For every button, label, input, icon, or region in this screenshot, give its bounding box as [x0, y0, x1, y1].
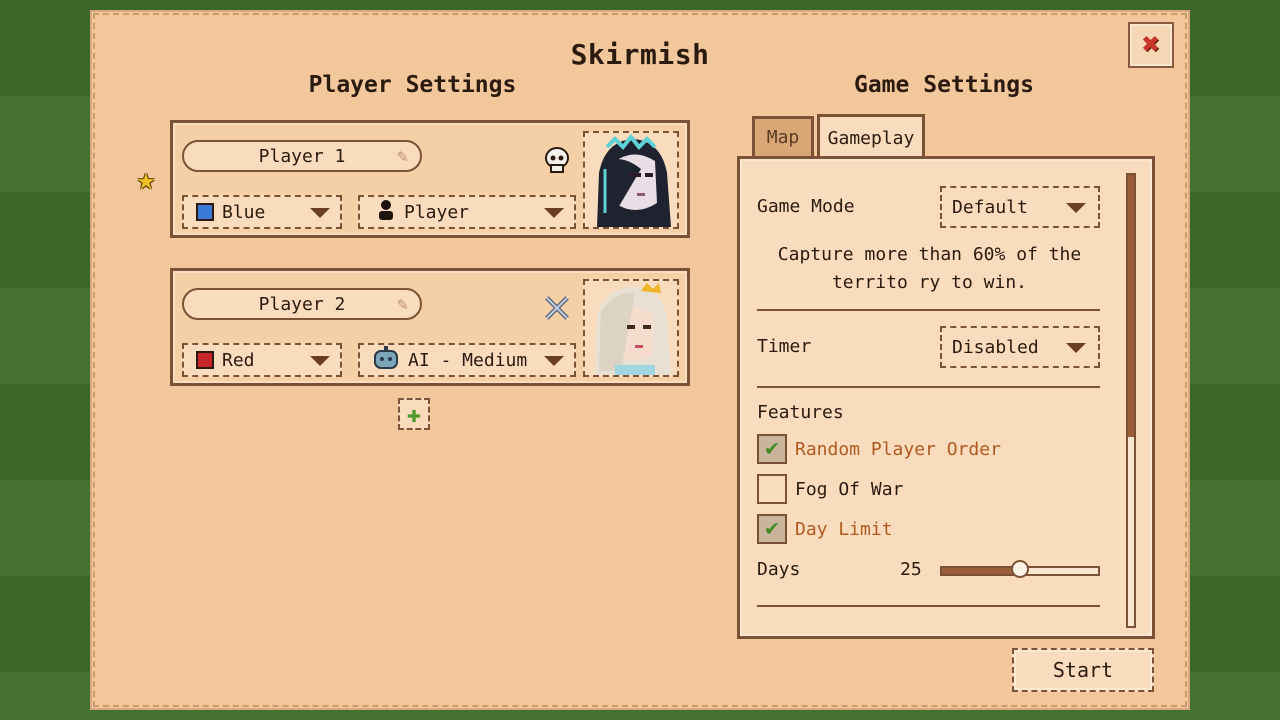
crossed-swords-icon[interactable] — [543, 294, 571, 322]
color-label: Red — [222, 349, 255, 371]
game-mode-dropdown[interactable]: Default — [940, 186, 1100, 228]
feature-random-player-order[interactable]: ✔ Random Player Order — [757, 433, 1001, 465]
slider-knob[interactable] — [1011, 560, 1029, 578]
timer-label: Timer — [757, 336, 812, 357]
close-button[interactable]: ✖ — [1128, 22, 1174, 68]
checkbox[interactable]: ✔ — [757, 434, 787, 464]
tab-gameplay[interactable]: Gameplay — [817, 114, 925, 160]
features-label: Features — [757, 402, 844, 423]
color-swatch — [196, 203, 214, 221]
feather-icon: ✎ — [397, 146, 408, 167]
checkbox[interactable] — [757, 474, 787, 504]
chevron-down-icon — [544, 356, 564, 366]
player-card-1: Player 1 ✎ Blue Player — [170, 120, 690, 238]
timer-value: Disabled — [952, 336, 1039, 358]
feature-day-limit[interactable]: ✔ Day Limit — [757, 513, 893, 545]
dialog-title: Skirmish — [570, 38, 710, 71]
start-button[interactable]: Start — [1012, 648, 1154, 692]
game-mode-description: Capture more than 60% of the territo ry … — [777, 244, 1082, 293]
days-value: 25 — [900, 559, 922, 580]
skull-icon[interactable] — [543, 146, 571, 174]
gameplay-settings-panel: Game Mode Default Capture more than 60% … — [737, 156, 1155, 639]
robot-icon — [372, 345, 400, 375]
chevron-down-icon — [544, 208, 564, 218]
days-slider[interactable] — [940, 560, 1100, 578]
controller-dropdown[interactable]: AI - Medium — [358, 343, 576, 377]
divider — [757, 386, 1100, 388]
scrollbar-thumb[interactable] — [1128, 175, 1134, 437]
host-star-icon: ★ — [137, 162, 156, 197]
plus-icon: ✚ — [406, 400, 422, 428]
controller-label: Player — [404, 201, 470, 223]
days-label: Days — [757, 559, 801, 580]
color-dropdown[interactable]: Red — [182, 343, 342, 377]
close-icon: ✖ — [1141, 27, 1161, 62]
settings-scrollbar[interactable] — [1126, 173, 1136, 628]
divider — [757, 605, 1100, 607]
add-player-button[interactable]: ✚ — [398, 398, 430, 430]
slider-fill — [942, 568, 1020, 574]
feature-label: Random Player Order — [795, 438, 1001, 460]
chevron-down-icon — [1066, 203, 1086, 213]
color-label: Blue — [222, 201, 266, 223]
color-dropdown[interactable]: Blue — [182, 195, 342, 229]
player-portrait[interactable] — [583, 279, 679, 377]
timer-dropdown[interactable]: Disabled — [940, 326, 1100, 368]
player-name-field[interactable]: Player 1 ✎ — [182, 140, 422, 172]
player-card-2: Player 2 ✎ Red AI - Medium — [170, 268, 690, 386]
chevron-down-icon — [310, 208, 330, 218]
player-name: Player 2 — [258, 293, 346, 315]
player-name: Player 1 — [258, 145, 346, 167]
game-mode-label: Game Mode — [757, 196, 855, 217]
feature-label: Fog Of War — [795, 478, 904, 500]
checkbox[interactable]: ✔ — [757, 514, 787, 544]
feature-fog-of-war[interactable]: Fog Of War — [757, 473, 903, 505]
divider — [757, 309, 1100, 311]
feather-icon: ✎ — [397, 294, 408, 315]
controller-label: AI - Medium — [408, 349, 528, 371]
person-icon — [376, 199, 396, 226]
tab-map[interactable]: Map — [752, 116, 814, 156]
player-portrait[interactable] — [583, 131, 679, 229]
player-settings-title: Player Settings — [308, 72, 517, 98]
game-settings-title: Game Settings — [853, 72, 1034, 98]
chevron-down-icon — [1066, 343, 1086, 353]
game-mode-value: Default — [952, 196, 1028, 218]
chevron-down-icon — [310, 356, 330, 366]
controller-dropdown[interactable]: Player — [358, 195, 576, 229]
color-swatch — [196, 351, 214, 369]
feature-label: Day Limit — [795, 518, 893, 540]
player-name-field[interactable]: Player 2 ✎ — [182, 288, 422, 320]
